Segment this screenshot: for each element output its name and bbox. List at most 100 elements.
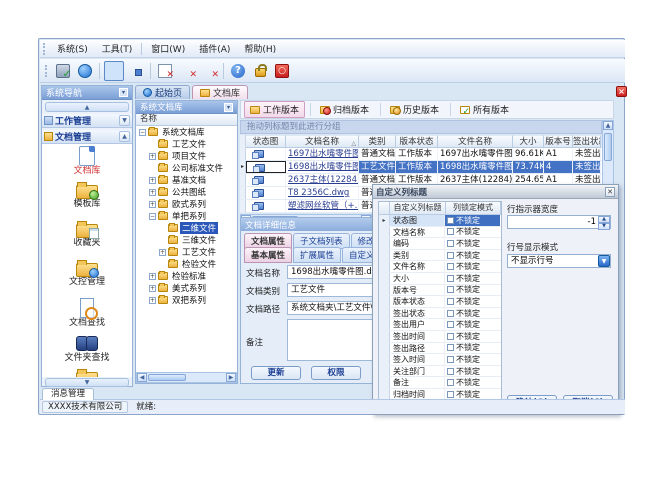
column-title-cell[interactable]: 大小 xyxy=(390,273,445,284)
column-header-大小[interactable]: 大小 xyxy=(513,135,544,148)
web-button[interactable] xyxy=(75,61,95,81)
dialog-row-大小[interactable]: 大小不锁定 xyxy=(379,273,501,285)
checkbox[interactable] xyxy=(447,286,454,293)
sidebar-item-模板库[interactable]: 模板库 xyxy=(42,185,132,218)
checkbox[interactable] xyxy=(447,379,454,386)
document-link[interactable]: 2637主体(12284).dwg xyxy=(288,175,359,185)
expand-icon[interactable]: + xyxy=(149,153,156,160)
cell-size[interactable]: 73.74KB xyxy=(513,161,544,173)
tree-node-美式系列[interactable]: +美式系列 xyxy=(136,282,237,294)
close-tab-icon[interactable]: × xyxy=(616,86,627,97)
dialog-row-关注部门[interactable]: 关注部门不锁定 xyxy=(379,366,501,378)
dialog-row-签出时间[interactable]: 签出时间不锁定 xyxy=(379,331,501,343)
lock-mode-cell[interactable]: 不锁定 xyxy=(445,331,500,342)
lock-mode-cell[interactable]: 不锁定 xyxy=(445,238,500,249)
tree-node-系统文档库[interactable]: −系统文档库 xyxy=(136,126,237,138)
tree-column-header[interactable]: 名称 xyxy=(136,114,237,126)
column-title-cell[interactable]: 版本号 xyxy=(390,285,445,296)
menu-item[interactable]: 系统(S) xyxy=(50,40,95,57)
column-header-状态图[interactable]: 状态图 xyxy=(246,135,286,148)
folder-delete-button[interactable] xyxy=(199,61,219,81)
column-title-cell[interactable]: 编码 xyxy=(390,238,445,249)
cell-file[interactable]: 1697出水嘴零件图.dwg xyxy=(438,148,513,160)
column-header-文档名称[interactable]: 文档名称△ xyxy=(286,135,359,148)
doc-name-cell[interactable]: 1697出水嘴零件图.dwg xyxy=(286,148,359,160)
checkbox[interactable] xyxy=(447,356,454,363)
tree-node-检验文件[interactable]: 检验文件 xyxy=(136,258,237,270)
lock-mode-cell[interactable]: 不锁定 xyxy=(445,319,500,330)
tree-node-项目文件[interactable]: +项目文件 xyxy=(136,150,237,162)
lock-mode-cell[interactable]: 不锁定 xyxy=(445,250,500,261)
exit-button[interactable]: ○ xyxy=(272,61,292,81)
column-header-签出状态[interactable]: 签出状态 xyxy=(573,135,601,148)
dialog-col-lockmode[interactable]: 列锁定模式 xyxy=(446,202,501,215)
checkbox[interactable] xyxy=(447,333,454,340)
tree-node-公司标准文件[interactable]: 公司标准文件 xyxy=(136,162,237,174)
dialog-row-类别[interactable]: 类别不锁定 xyxy=(379,250,501,262)
sidebar-item-签出的文档[interactable]: 签出的文档 xyxy=(42,372,132,377)
document-link[interactable]: T8 2356C.dwg xyxy=(288,188,349,198)
menu-item[interactable]: 帮助(H) xyxy=(237,40,283,57)
dialog-row-文件名称[interactable]: 文件名称不锁定 xyxy=(379,261,501,273)
sidebar-item-文件夹查找[interactable]: 文件夹查找 xyxy=(42,333,132,366)
expand-icon[interactable]: + xyxy=(149,201,156,208)
status-icon-cell[interactable] xyxy=(246,148,286,160)
checkbox[interactable] xyxy=(447,298,454,305)
dialog-row-编码[interactable]: 编码不锁定 xyxy=(379,238,501,250)
expand-icon[interactable]: + xyxy=(149,177,156,184)
collapse-icon[interactable]: − xyxy=(149,213,156,220)
doc-path-value[interactable]: 系统文档夹\工艺文件\ xyxy=(287,301,373,315)
version-button-工作版本[interactable]: 工作版本 xyxy=(244,101,305,118)
checkbox[interactable] xyxy=(447,368,454,375)
status-icon-cell[interactable] xyxy=(246,200,286,212)
table-row[interactable]: 1697出水嘴零件图.dwg普通文档工作版本1697出水嘴零件图.dwg96.6… xyxy=(240,148,602,161)
expand-icon[interactable]: + xyxy=(149,297,156,304)
column-title-cell[interactable]: 类别 xyxy=(390,250,445,261)
dialog-row-签出路径[interactable]: 签出路径不锁定 xyxy=(379,343,501,355)
version-button-所有版本[interactable]: 所有版本 xyxy=(454,101,515,118)
dialog-row-签入时间[interactable]: 签入时间不锁定 xyxy=(379,354,501,366)
sidebar-group-work[interactable]: 工作管理 ▼ xyxy=(42,114,132,128)
dialog-titlebar[interactable]: 自定义列标题 ✕ xyxy=(373,185,618,199)
scrollbar-thumb[interactable] xyxy=(604,133,612,161)
folder-close-button[interactable] xyxy=(177,61,197,81)
doc-type-value[interactable]: 工艺文件 xyxy=(287,283,373,297)
menu-item[interactable]: 工具(T) xyxy=(95,40,140,57)
column-header-版本状态[interactable]: 版本状态 xyxy=(396,135,438,148)
checkbox[interactable] xyxy=(447,344,454,351)
dialog-row-版本号[interactable]: 版本号不锁定 xyxy=(379,285,501,297)
scroll-up-icon[interactable]: ▲ xyxy=(603,121,613,130)
checkbox[interactable] xyxy=(447,263,454,270)
lock-mode-cell[interactable]: 不锁定 xyxy=(445,343,500,354)
cell-category[interactable]: 工艺文件 xyxy=(359,161,396,173)
sidebar-item-文档查找[interactable]: 文档查找 xyxy=(42,298,132,331)
lock-mode-cell[interactable]: 不锁定 xyxy=(445,261,500,272)
doc-name-cell[interactable]: 塑滤网丝软管（+… xyxy=(286,200,359,212)
checkbox[interactable] xyxy=(447,228,454,235)
chevron-up-icon[interactable]: ▲ xyxy=(119,131,130,142)
tab-起始页[interactable]: 起始页 xyxy=(135,85,190,99)
cell-checkout[interactable]: 未签出 xyxy=(573,148,601,160)
checkbox[interactable] xyxy=(447,310,454,317)
column-header-版本号[interactable]: 版本号 xyxy=(544,135,573,148)
cell-checkout[interactable]: 未签出 xyxy=(573,161,601,173)
column-header-文件名称[interactable]: 文件名称 xyxy=(438,135,513,148)
column-header-类别[interactable]: 类别 xyxy=(359,135,396,148)
tree-horizontal-scrollbar[interactable]: ◀ ▶ xyxy=(136,372,237,383)
dialog-col-title[interactable]: 自定义列标题 xyxy=(390,202,446,215)
lock-mode-cell[interactable]: 不锁定 xyxy=(445,308,500,319)
cell-status[interactable]: 工作版本 xyxy=(396,148,438,160)
collapse-icon[interactable]: − xyxy=(139,129,146,136)
lock-button[interactable] xyxy=(250,61,270,81)
permission-button[interactable]: 权限 xyxy=(311,366,361,380)
tree-node-检验标准[interactable]: +检验标准 xyxy=(136,270,237,282)
spin-up-icon[interactable]: ▲ xyxy=(598,216,610,223)
sidebar-item-收藏夹[interactable]: 收藏夹 xyxy=(42,224,132,257)
lock-mode-cell[interactable]: 不锁定 xyxy=(445,296,500,307)
checkbox[interactable] xyxy=(447,321,454,328)
sidebar-item-文档库[interactable]: 文档库 xyxy=(42,146,132,179)
dialog-row-签出状态[interactable]: 签出状态不锁定 xyxy=(379,308,501,320)
combo-dropdown-icon[interactable]: ▼ xyxy=(598,255,610,267)
tab-扩展属性[interactable]: 扩展属性 xyxy=(293,247,341,263)
tree-node-公共图纸[interactable]: +公共图纸 xyxy=(136,186,237,198)
